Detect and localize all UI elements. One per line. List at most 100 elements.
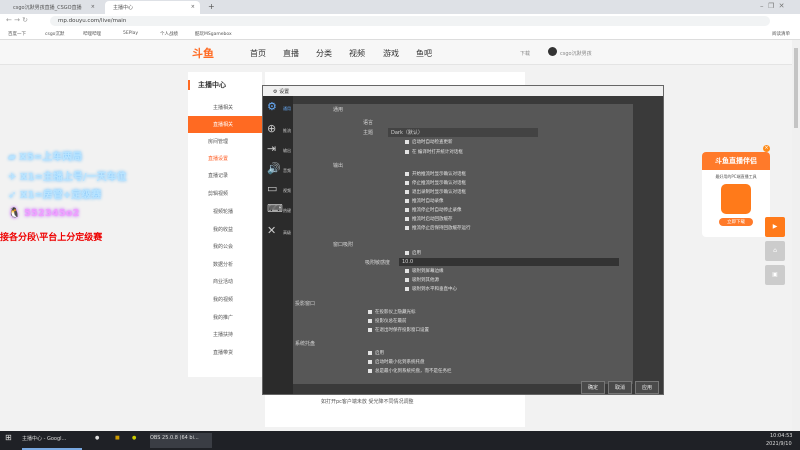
output-icon[interactable]: ⇥ 输出	[267, 142, 291, 160]
nav-buttons[interactable]: ← → ↻	[6, 16, 28, 24]
checkbox[interactable]: 退出录制时显示确认对话框	[405, 189, 466, 195]
tray-label: 系统托盘	[295, 341, 316, 347]
checkbox[interactable]: 停止推流时显示确认对话框	[405, 180, 466, 186]
checkbox[interactable]: 开始推流时显示确认对话框	[405, 171, 466, 177]
taskbar-chrome[interactable]: 主播中心 - Googl...	[22, 435, 82, 450]
checkbox[interactable]: 推流停止时自动停止录像	[405, 207, 462, 213]
nav-live[interactable]: 直播	[283, 48, 299, 59]
sidebar-item[interactable]: 我的收益	[188, 221, 262, 238]
nav-game[interactable]: 游戏	[383, 48, 399, 59]
bookmark[interactable]: csgo沉默	[45, 31, 64, 37]
taskbar-label: OBS 25.0.8 (64 bi...	[150, 435, 199, 441]
ok-button[interactable]: 确定	[581, 381, 606, 394]
sidebar-subitem[interactable]: 房间管理	[188, 133, 262, 150]
sidebar-item[interactable]: 数据分析	[188, 256, 262, 273]
snap-sensitivity-input[interactable]: 10.0	[399, 258, 619, 266]
bookmark[interactable]: 个人战绩	[160, 31, 178, 37]
nav-video[interactable]: 视频	[349, 48, 365, 59]
sidebar-item[interactable]: 直播带货	[188, 344, 262, 361]
gear-icon[interactable]: ⚙ 通用	[267, 100, 291, 118]
tab-streamer-center[interactable]: 主播中心 ×	[105, 1, 200, 14]
clock-date[interactable]: 2021/9/10	[766, 441, 792, 447]
projector-label: 投影窗口	[295, 301, 316, 307]
close-icon[interactable]: ×	[91, 4, 95, 10]
checkbox[interactable]: 在退出时保存投影窗口设置	[368, 327, 429, 333]
checkbox[interactable]: 在投影仪上隐藏光标	[368, 309, 416, 315]
window-controls[interactable]: – ❐ ✕	[760, 2, 785, 10]
broadcast-icon[interactable]: ⊕ 推流	[267, 122, 291, 140]
sidebar-item[interactable]: 主播相关	[188, 99, 262, 116]
checkbox[interactable]: 总是最小化到系统托盘，而不是任务栏	[368, 368, 452, 374]
checkbox[interactable]: 推流时启动回放缓存	[405, 216, 453, 222]
taskbar: ⊞ 主播中心 - Googl... ● ■ ● OBS 25.0.8 (64 b…	[0, 431, 800, 450]
bookmark[interactable]: 酷玩MSgamebox	[195, 31, 232, 37]
checkbox[interactable]: 吸附到屏幕边缘	[405, 268, 444, 274]
avatar[interactable]	[548, 47, 557, 56]
checkbox[interactable]: 在 编译时打开统计对话框	[405, 149, 463, 155]
sidebar-item[interactable]: 主播扶持	[188, 326, 262, 343]
checkbox[interactable]: 投影仪总在最前	[368, 318, 407, 324]
tools-icon[interactable]: ✕ 高级	[267, 224, 291, 242]
obs-settings-panel: 通用 语言 主题 Dark（默认） 启动时自动检查更新 在 编译时打开统计对话框…	[293, 104, 633, 384]
page-hint: 如打开pc客户端未放 受光降不同情况调整	[321, 399, 414, 405]
sidebar-subitem-active[interactable]: 直播设置	[188, 150, 262, 167]
sidebar-subitem[interactable]: 剪辑视频	[188, 185, 262, 202]
checkbox[interactable]: 启用	[368, 350, 384, 356]
new-tab-button[interactable]: +	[208, 2, 215, 11]
nav-home[interactable]: 首页	[250, 48, 266, 59]
sidebar-item[interactable]: 我的视频	[188, 291, 262, 308]
taskbar-label: 主播中心 - Googl...	[22, 436, 67, 442]
sidebar-item-active[interactable]: 直播相关	[188, 116, 262, 133]
bookmark[interactable]: 百度一下	[8, 31, 26, 37]
app-icon[interactable]: ●	[132, 435, 136, 441]
download-ad[interactable]: 斗鱼直播伴侣 最好用的PC端直播工具 立即下载	[702, 152, 770, 237]
taskbar-obs[interactable]: OBS 25.0.8 (64 bi...	[150, 433, 212, 448]
theme-label: 主题	[363, 130, 374, 136]
ad-title: 斗鱼直播伴侣	[702, 152, 770, 170]
sidebar: 主播中心 主播相关 直播相关 房间管理 直播设置 直播记录 剪辑视频 视频轮播 …	[188, 72, 262, 377]
download-button[interactable]: 立即下载	[719, 218, 753, 226]
sidebar-item[interactable]: 商业活动	[188, 273, 262, 290]
checkbox[interactable]: 推流停止后保持回放缓存运行	[405, 225, 471, 231]
checkbox[interactable]: 启动时自动检查更新	[405, 139, 453, 145]
home-icon[interactable]: ⌂	[765, 241, 785, 261]
apply-button[interactable]: 应用	[635, 381, 660, 394]
obs-settings-nav: ⚙ 通用 ⊕ 推流 ⇥ 输出 🔊 音频 ▭ 视频 ⌨ 热键 ✕ 高级	[263, 96, 293, 394]
qq-icon: 🐧 552345o2	[8, 208, 80, 219]
sidebar-subitem[interactable]: 直播记录	[188, 167, 262, 184]
checkbox[interactable]: 吸附到水平和垂直中心	[405, 286, 457, 292]
theme-select[interactable]: Dark（默认）	[388, 128, 538, 137]
reading-list[interactable]: 阅读清单	[772, 31, 790, 37]
checkbox[interactable]: 推流时自动录像	[405, 198, 444, 204]
url-input[interactable]: mp.douyu.com/live/main	[50, 16, 770, 26]
speaker-icon[interactable]: 🔊 音频	[267, 162, 291, 180]
sidebar-item[interactable]: 我的公会	[188, 238, 262, 255]
sidebar-item[interactable]: 视频轮播	[188, 203, 262, 220]
nav-category[interactable]: 分类	[316, 48, 332, 59]
play-icon[interactable]: ▶	[765, 217, 785, 237]
ad-subtitle: 最好用的PC端直播工具	[715, 174, 757, 179]
tab-csgo-stream[interactable]: csgo沉默男孩直播_CSGO直播 ×	[5, 1, 100, 14]
nav-fishbar[interactable]: 鱼吧	[416, 48, 432, 59]
download-link[interactable]: 下载	[520, 50, 530, 57]
address-bar-row: ← → ↻ mp.douyu.com/live/main	[0, 14, 800, 28]
username[interactable]: csgo沉默男孩	[560, 50, 592, 57]
robot-icon[interactable]: ▣	[765, 265, 785, 285]
checkbox[interactable]: 启用	[405, 250, 421, 256]
checkbox[interactable]: 启动时最小化到系统托盘	[368, 359, 425, 365]
close-icon[interactable]: ×	[191, 4, 195, 10]
sidebar-item[interactable]: 我的推广	[188, 309, 262, 326]
cancel-button[interactable]: 取消	[608, 381, 633, 394]
keyboard-icon[interactable]: ⌨ 热键	[267, 202, 291, 220]
bookmark[interactable]: 5EPlay	[123, 31, 138, 36]
app-icon[interactable]: ●	[95, 435, 99, 441]
windows-start-icon[interactable]: ⊞	[5, 433, 12, 442]
checkbox[interactable]: 吸附到其他源	[405, 277, 439, 283]
monitor-icon[interactable]: ▭ 视频	[267, 182, 291, 200]
close-icon[interactable]: ×	[763, 145, 770, 152]
page-scrollbar[interactable]	[792, 40, 800, 430]
douyu-logo[interactable]: 斗鱼	[192, 45, 214, 61]
bookmark[interactable]: 哔哩哔哩	[83, 31, 101, 37]
clock-time[interactable]: 10:04:53	[770, 433, 792, 439]
app-icon[interactable]: ■	[115, 435, 120, 441]
